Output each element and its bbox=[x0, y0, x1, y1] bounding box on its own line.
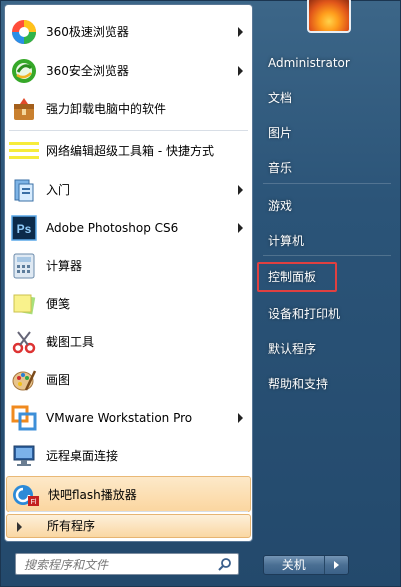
right-item-help[interactable]: 帮助和支持 bbox=[263, 369, 393, 399]
sticky-notes-icon bbox=[9, 290, 39, 318]
program-item-getting-started[interactable]: 入门 bbox=[5, 172, 252, 208]
search-input[interactable] bbox=[16, 555, 206, 575]
program-label: 网络编辑超级工具箱 - 快捷方式 bbox=[46, 144, 214, 158]
program-item-paint[interactable]: 画图 bbox=[5, 362, 252, 398]
program-item-flash-player[interactable]: Fl 快吧flash播放器 bbox=[6, 476, 251, 512]
menu-separator bbox=[9, 511, 248, 512]
right-item-pictures[interactable]: 图片 bbox=[263, 118, 393, 148]
right-item-default-programs[interactable]: 默认程序 bbox=[263, 334, 393, 364]
right-item-user[interactable]: Administrator bbox=[263, 48, 393, 78]
all-programs-label: 所有程序 bbox=[47, 519, 96, 533]
program-label: 360安全浏览器 bbox=[46, 64, 129, 78]
svg-text:Ps: Ps bbox=[17, 222, 32, 236]
chevron-right-icon bbox=[333, 561, 339, 569]
right-item-devices-printers[interactable]: 设备和打印机 bbox=[263, 299, 393, 329]
program-label: VMware Workstation Pro bbox=[46, 411, 193, 425]
program-item-360-safe-browser[interactable]: 360安全浏览器 bbox=[5, 53, 252, 89]
snipping-tool-icon bbox=[9, 328, 39, 356]
program-label: 快吧flash播放器 bbox=[48, 488, 137, 502]
program-label: 远程桌面连接 bbox=[46, 449, 119, 463]
search-box bbox=[15, 553, 239, 575]
submenu-arrow-icon[interactable] bbox=[238, 185, 243, 195]
360-speed-browser-icon bbox=[9, 18, 39, 46]
vmware-icon bbox=[9, 404, 39, 432]
right-item-music[interactable]: 音乐 bbox=[263, 153, 393, 183]
program-item-vmware[interactable]: VMware Workstation Pro bbox=[5, 400, 252, 436]
program-item-photoshop[interactable]: Ps Adobe Photoshop CS6 bbox=[5, 210, 252, 246]
submenu-arrow-icon[interactable] bbox=[238, 223, 243, 233]
search-icon[interactable] bbox=[218, 557, 232, 571]
shutdown-control: 关机 bbox=[263, 555, 349, 575]
right-separator bbox=[263, 255, 391, 256]
program-label: 计算器 bbox=[46, 259, 83, 273]
calculator-icon bbox=[9, 252, 39, 280]
menu-separator bbox=[9, 130, 248, 131]
getting-started-icon bbox=[9, 176, 39, 204]
program-item-uninstaller[interactable]: 强力卸载电脑中的软件 bbox=[5, 91, 252, 127]
start-menu: 360极速浏览器 360安全浏览器 强力卸载电脑中的软件 网络编辑超级工具箱 -… bbox=[0, 0, 401, 587]
expand-arrow-icon bbox=[17, 522, 22, 532]
right-item-control-panel[interactable]: 控制面板 bbox=[257, 262, 337, 292]
photoshop-icon: Ps bbox=[9, 214, 39, 242]
submenu-arrow-icon[interactable] bbox=[238, 27, 243, 37]
right-item-documents[interactable]: 文档 bbox=[263, 83, 393, 113]
program-label: 强力卸载电脑中的软件 bbox=[46, 102, 167, 116]
program-label: 截图工具 bbox=[46, 335, 95, 349]
user-avatar[interactable] bbox=[307, 0, 351, 33]
uninstaller-icon bbox=[9, 95, 39, 123]
program-item-snipping-tool[interactable]: 截图工具 bbox=[5, 324, 252, 360]
360-safe-browser-icon bbox=[9, 57, 39, 85]
shutdown-options-button[interactable] bbox=[325, 556, 348, 574]
program-item-remote-desktop[interactable]: 远程桌面连接 bbox=[5, 438, 252, 474]
right-separator bbox=[263, 183, 391, 184]
program-item-360-speed-browser[interactable]: 360极速浏览器 bbox=[5, 14, 252, 50]
programs-panel: 360极速浏览器 360安全浏览器 强力卸载电脑中的软件 网络编辑超级工具箱 -… bbox=[4, 4, 253, 542]
editor-toolbox-icon bbox=[9, 137, 39, 165]
submenu-arrow-icon[interactable] bbox=[238, 66, 243, 76]
flash-player-icon: Fl bbox=[11, 481, 41, 509]
program-label: Adobe Photoshop CS6 bbox=[46, 221, 179, 235]
program-item-editor-toolbox[interactable]: 网络编辑超级工具箱 - 快捷方式 bbox=[5, 133, 252, 169]
right-item-games[interactable]: 游戏 bbox=[263, 191, 393, 221]
submenu-arrow-icon[interactable] bbox=[238, 413, 243, 423]
program-label: 便笺 bbox=[46, 297, 71, 311]
program-label: 360极速浏览器 bbox=[46, 25, 129, 39]
program-item-calculator[interactable]: 计算器 bbox=[5, 248, 252, 284]
program-label: 画图 bbox=[46, 373, 71, 387]
program-item-sticky-notes[interactable]: 便笺 bbox=[5, 286, 252, 322]
svg-text:Fl: Fl bbox=[31, 499, 37, 506]
program-label: 入门 bbox=[46, 183, 71, 197]
right-item-computer[interactable]: 计算机 bbox=[263, 226, 393, 256]
shutdown-button[interactable]: 关机 bbox=[264, 556, 325, 574]
remote-desktop-icon bbox=[9, 442, 39, 470]
paint-icon bbox=[9, 366, 39, 394]
all-programs-button[interactable]: 所有程序 bbox=[6, 514, 251, 538]
